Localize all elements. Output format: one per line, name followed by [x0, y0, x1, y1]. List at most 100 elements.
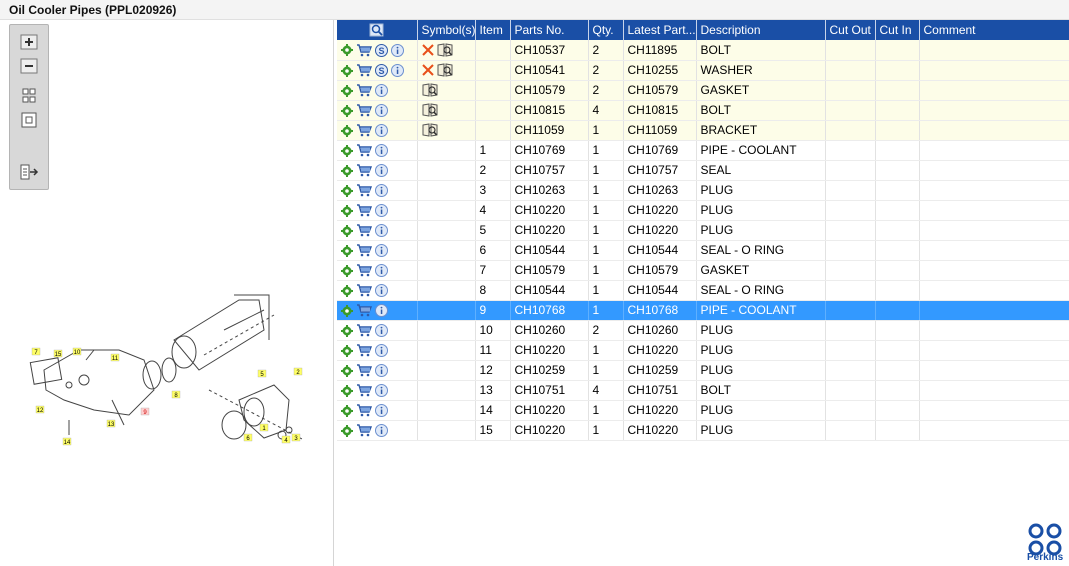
cart-icon[interactable]	[356, 64, 372, 77]
callout-3[interactable]: 3	[291, 433, 301, 442]
table-row[interactable]: S CH10537 2 CH11895 BOLT	[337, 40, 1069, 61]
gear-icon[interactable]	[341, 244, 353, 257]
callout-14[interactable]: 14	[62, 437, 72, 446]
table-row[interactable]: 13 CH10751 4 CH10751 BOLT	[337, 380, 1069, 401]
info-icon[interactable]	[375, 84, 388, 98]
info-icon[interactable]	[375, 204, 388, 218]
info-icon[interactable]	[375, 284, 388, 298]
info-icon[interactable]	[375, 144, 388, 158]
table-row[interactable]: 5 CH10220 1 CH10220 PLUG	[337, 220, 1069, 241]
gear-icon[interactable]	[341, 124, 353, 137]
gear-icon[interactable]	[341, 424, 353, 437]
cart-icon[interactable]	[356, 404, 372, 417]
table-row[interactable]: S CH10541 2 CH10255 WASHER	[337, 60, 1069, 81]
gear-icon[interactable]	[341, 384, 353, 397]
table-row[interactable]: 3 CH10263 1 CH10263 PLUG	[337, 180, 1069, 201]
column-header-description[interactable]: Description	[696, 20, 826, 40]
cart-icon[interactable]	[356, 264, 372, 277]
table-row[interactable]: 2 CH10757 1 CH10757 SEAL	[337, 160, 1069, 181]
cart-icon[interactable]	[356, 224, 372, 237]
callout-13[interactable]: 13	[106, 419, 116, 428]
s-badge-icon[interactable]: S	[375, 43, 388, 57]
column-header-actions[interactable]	[337, 20, 418, 40]
cart-icon[interactable]	[356, 324, 372, 337]
cart-icon[interactable]	[356, 84, 372, 97]
info-icon[interactable]	[375, 184, 388, 198]
gear-icon[interactable]	[341, 44, 353, 57]
zoom-out-button[interactable]	[18, 57, 40, 75]
gear-icon[interactable]	[341, 324, 353, 337]
cart-icon[interactable]	[356, 104, 372, 117]
gear-icon[interactable]	[341, 364, 353, 377]
cart-icon[interactable]	[356, 284, 372, 297]
cart-icon[interactable]	[356, 364, 372, 377]
cart-icon[interactable]	[356, 304, 372, 317]
callout-11[interactable]: 11	[110, 353, 120, 362]
callout-7[interactable]: 7	[31, 347, 41, 356]
info-icon[interactable]	[375, 404, 388, 418]
table-row[interactable]: 12 CH10259 1 CH10259 PLUG	[337, 360, 1069, 381]
info-icon[interactable]	[375, 224, 388, 238]
cart-icon[interactable]	[356, 244, 372, 257]
s-badge-icon[interactable]: S	[375, 64, 388, 78]
gear-icon[interactable]	[341, 64, 353, 77]
table-row[interactable]: 14 CH10220 1 CH10220 PLUG	[337, 400, 1069, 421]
gear-icon[interactable]	[341, 404, 353, 417]
column-header-latest-part[interactable]: Latest Part...	[623, 20, 697, 40]
table-row[interactable]: CH10815 4 CH10815 BOLT	[337, 100, 1069, 121]
cart-icon[interactable]	[356, 144, 372, 157]
cart-icon[interactable]	[356, 44, 372, 57]
table-row[interactable]: 4 CH10220 1 CH10220 PLUG	[337, 200, 1069, 221]
info-icon[interactable]	[391, 43, 404, 57]
gear-icon[interactable]	[341, 144, 353, 157]
cart-icon[interactable]	[356, 184, 372, 197]
info-icon[interactable]	[391, 64, 404, 78]
gear-icon[interactable]	[341, 84, 353, 97]
callout-1[interactable]: 1	[259, 423, 269, 432]
callout-8[interactable]: 8	[171, 390, 181, 399]
info-icon[interactable]	[375, 244, 388, 258]
cart-icon[interactable]	[356, 204, 372, 217]
table-row[interactable]: 7 CH10579 1 CH10579 GASKET	[337, 260, 1069, 281]
table-row[interactable]: 6 CH10544 1 CH10544 SEAL - O RING	[337, 240, 1069, 261]
info-icon[interactable]	[375, 104, 388, 118]
column-header-qty[interactable]: Qty.	[588, 20, 624, 40]
cart-icon[interactable]	[356, 384, 372, 397]
fit-window-button[interactable]	[18, 111, 40, 129]
search-parts-icon[interactable]	[369, 23, 385, 37]
cart-icon[interactable]	[356, 424, 372, 437]
info-icon[interactable]	[375, 384, 388, 398]
gear-icon[interactable]	[341, 344, 353, 357]
column-header-cut-out[interactable]: Cut Out	[825, 20, 876, 40]
callout-12[interactable]: 12	[35, 405, 45, 414]
fit-all-button[interactable]	[18, 87, 40, 105]
callout-4[interactable]: 4	[281, 435, 291, 444]
table-row[interactable]: 10 CH10260 2 CH10260 PLUG	[337, 320, 1069, 341]
table-row[interactable]: 9 CH10768 1 CH10768 PIPE - COOLANT	[337, 300, 1069, 321]
column-header-cut-in[interactable]: Cut In	[875, 20, 920, 40]
gear-icon[interactable]	[341, 204, 353, 217]
info-icon[interactable]	[375, 164, 388, 178]
exploded-view-drawing[interactable]: 7 15 10115 2121398614 314	[24, 290, 314, 460]
callout-2[interactable]: 2	[293, 367, 303, 376]
table-row[interactable]: CH11059 1 CH11059 BRACKET	[337, 120, 1069, 141]
column-header-comment[interactable]: Comment	[919, 20, 1069, 40]
table-row[interactable]: 1 CH10769 1 CH10769 PIPE - COOLANT	[337, 140, 1069, 161]
column-header-item[interactable]: Item	[475, 20, 511, 40]
cart-icon[interactable]	[356, 124, 372, 137]
callout-15[interactable]: 15	[53, 349, 63, 358]
callout-6[interactable]: 6	[243, 433, 253, 442]
cart-icon[interactable]	[356, 164, 372, 177]
info-icon[interactable]	[375, 364, 388, 378]
info-icon[interactable]	[375, 264, 388, 278]
info-icon[interactable]	[375, 344, 388, 358]
gear-icon[interactable]	[341, 224, 353, 237]
info-icon[interactable]	[375, 324, 388, 338]
column-header-symbols[interactable]: Symbol(s)	[417, 20, 476, 40]
info-icon[interactable]	[375, 424, 388, 438]
table-row[interactable]: 8 CH10544 1 CH10544 SEAL - O RING	[337, 280, 1069, 301]
gear-icon[interactable]	[341, 284, 353, 297]
callout-9[interactable]: 9	[140, 407, 150, 416]
callout-10[interactable]: 10	[72, 347, 82, 356]
column-header-parts-no[interactable]: Parts No.	[510, 20, 589, 40]
